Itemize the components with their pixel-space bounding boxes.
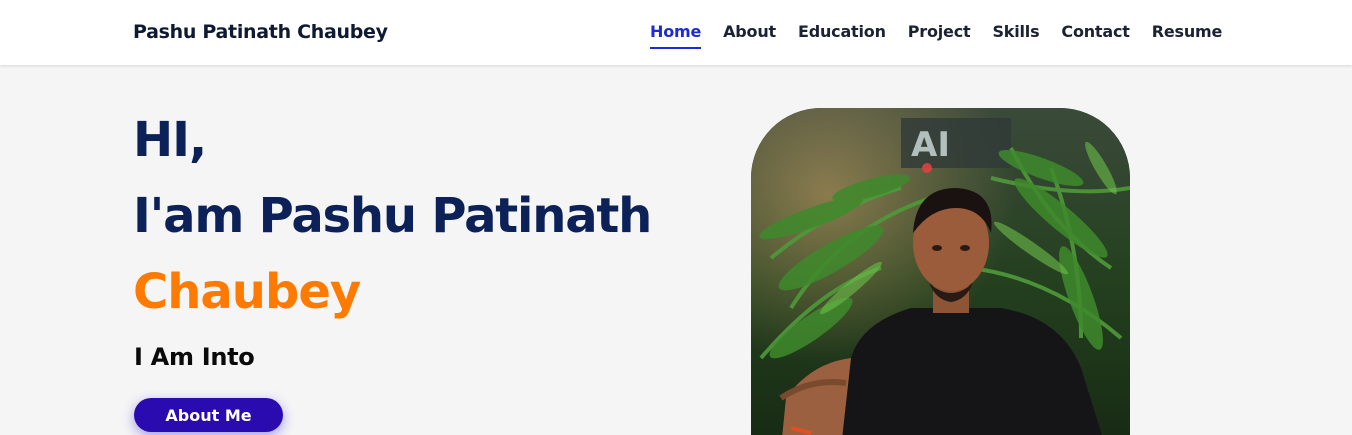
nav-link-resume[interactable]: Resume (1152, 22, 1223, 41)
about-me-button[interactable]: About Me (134, 398, 283, 432)
nav-active-underline (650, 47, 702, 49)
nav-link-skills[interactable]: Skills (992, 22, 1039, 41)
profile-photo-illustration: AI (751, 108, 1130, 435)
hero-tagline: I Am Into (134, 343, 255, 371)
profile-photo: AI (751, 108, 1130, 435)
hero-intro: I'am Pashu Patinath (133, 188, 652, 244)
background-sign-text: AI (911, 125, 950, 165)
nav-link-home[interactable]: Home (650, 22, 702, 49)
nav-link-project[interactable]: Project (908, 22, 971, 41)
hero-greeting: HI, (133, 112, 207, 168)
hero-surname: Chaubey (133, 264, 361, 320)
nav-link-about[interactable]: About (723, 22, 776, 41)
nav-menu: Home About Education Project Skills Cont… (650, 22, 1223, 49)
brand-logo-text[interactable]: Pashu Patinath Chaubey (133, 21, 388, 43)
navbar: Pashu Patinath Chaubey Home About Educat… (0, 0, 1352, 65)
nav-link-education[interactable]: Education (798, 22, 886, 41)
nav-link-contact[interactable]: Contact (1061, 22, 1130, 41)
nav-link-home-label: Home (650, 22, 702, 41)
